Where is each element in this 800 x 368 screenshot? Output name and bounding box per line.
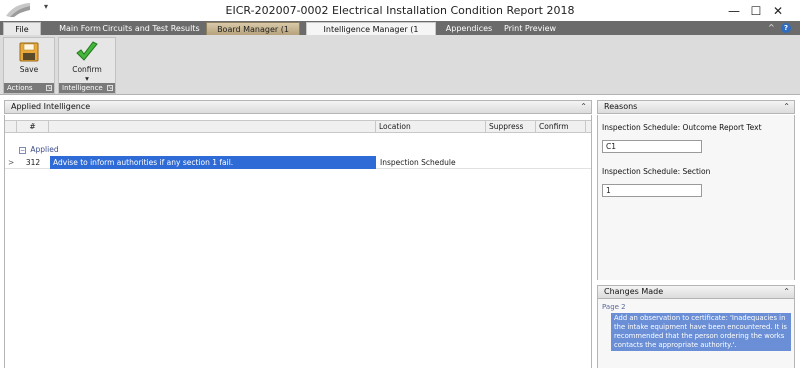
tab-appendices[interactable]: Appendices xyxy=(440,22,498,35)
row-confirm[interactable] xyxy=(536,156,586,169)
collapse-icon[interactable]: ⌃ xyxy=(783,286,790,298)
ribbon-tabstrip: File Main Form Circuits and Test Results… xyxy=(0,21,800,47)
change-entry[interactable]: Add an observation to certificate: 'Inad… xyxy=(611,313,791,351)
row-location: Inspection Schedule xyxy=(380,158,456,167)
page-label: Page 2 xyxy=(602,303,626,311)
column-confirm[interactable]: Confirm xyxy=(536,121,586,133)
outcome-report-text-label: Inspection Schedule: Outcome Report Text xyxy=(602,123,762,132)
save-label: Save xyxy=(19,65,39,74)
ribbon-group-label-actions: Actions ↘ xyxy=(4,83,54,93)
tab-board-manager[interactable]: Board Manager (1 Board) xyxy=(206,22,300,47)
intelligence-label: Intelligence xyxy=(62,84,103,92)
reasons-header: Reasons ⌃ xyxy=(597,100,795,114)
group-row-applied[interactable]: − Applied xyxy=(19,145,59,154)
reasons-title: Reasons xyxy=(604,102,638,111)
row-indicator-header xyxy=(5,121,17,133)
group-label: Applied xyxy=(30,145,59,154)
ribbon-group-label-intelligence: Intelligence ↘ xyxy=(59,83,115,93)
changes-made-header: Changes Made ⌃ xyxy=(597,285,795,299)
section-field[interactable]: 1 xyxy=(602,184,702,197)
confirm-button[interactable]: Confirm ▾ xyxy=(65,41,109,83)
close-button[interactable]: ✕ xyxy=(756,0,800,21)
applied-intelligence-title: Applied Intelligence xyxy=(11,102,91,111)
applied-intelligence-grid: # Location Suppress Confirm − Applied > … xyxy=(4,115,592,368)
column-text[interactable] xyxy=(49,121,376,133)
collapse-icon[interactable]: ⌃ xyxy=(783,101,790,113)
section-label: Inspection Schedule: Section xyxy=(602,167,711,176)
outcome-report-text-field[interactable]: C1 xyxy=(602,140,702,153)
row-suppress[interactable] xyxy=(486,156,536,169)
actions-label: Actions xyxy=(7,84,33,92)
help-icon[interactable]: ? xyxy=(781,23,791,33)
save-icon xyxy=(19,42,39,62)
confirm-dropdown-icon[interactable]: ▾ xyxy=(85,74,89,83)
tab-file[interactable]: File xyxy=(3,22,41,35)
reasons-body: Inspection Schedule: Outcome Report Text… xyxy=(597,115,795,280)
dialog-launcher-icon[interactable]: ↘ xyxy=(46,85,52,91)
changes-made-title: Changes Made xyxy=(604,287,664,296)
confirm-label: Confirm xyxy=(72,65,102,74)
tab-intelligence-manager[interactable]: Intelligence Manager (1 Statement) xyxy=(306,22,436,47)
window-title: EICR-202007-0002 Electrical Installation… xyxy=(225,4,575,17)
row-indicator-icon: > xyxy=(8,158,15,167)
row-number: 312 xyxy=(25,158,41,167)
save-button[interactable]: Save xyxy=(7,41,51,83)
group-toggle-icon[interactable]: − xyxy=(19,146,26,154)
column-number[interactable]: # xyxy=(17,121,49,133)
dialog-launcher-icon[interactable]: ↘ xyxy=(107,85,113,91)
collapse-ribbon-icon[interactable]: ^ xyxy=(768,23,775,32)
ribbon-group-actions: Save Actions ↘ xyxy=(3,37,55,94)
checkmark-icon xyxy=(76,41,98,61)
column-location[interactable]: Location xyxy=(376,121,486,133)
row-statement[interactable]: Advise to inform authorities if any sect… xyxy=(50,156,376,169)
ribbon-group-intelligence: Confirm ▾ Intelligence ↘ xyxy=(58,37,116,94)
ribbon: Save Actions ↘ Confirm ▾ Intelligence ↘ xyxy=(0,35,800,95)
changes-made-body: Page 2 Add an observation to certificate… xyxy=(597,299,795,368)
tab-print-preview[interactable]: Print Preview xyxy=(500,22,560,35)
collapse-icon[interactable]: ⌃ xyxy=(580,101,587,113)
grid-header: # Location Suppress Confirm xyxy=(5,120,591,133)
tab-circuits-test-results[interactable]: Circuits and Test Results xyxy=(102,22,200,35)
table-row[interactable]: > 312 Advise to inform authorities if an… xyxy=(5,156,591,169)
title-bar: ▾ EICR-202007-0002 Electrical Installati… xyxy=(0,0,800,21)
applied-intelligence-header: Applied Intelligence ⌃ xyxy=(4,100,592,114)
column-suppress[interactable]: Suppress xyxy=(486,121,536,133)
